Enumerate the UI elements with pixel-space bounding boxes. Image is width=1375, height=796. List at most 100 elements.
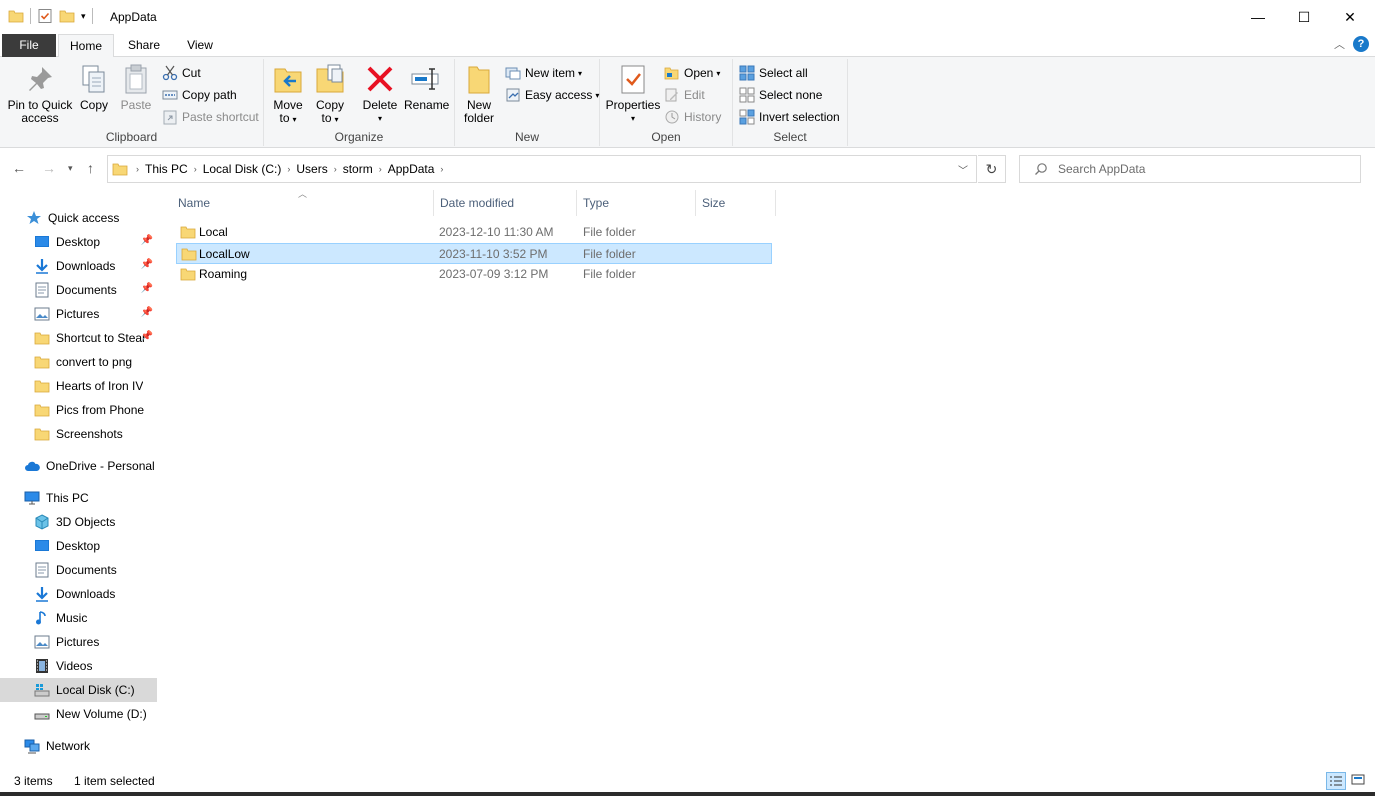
tab-file[interactable]: File (2, 34, 56, 57)
column-header-date-modified[interactable]: Date modified (434, 190, 577, 216)
copy-to-icon (316, 64, 344, 93)
nav-quick-shortcut-steam[interactable]: Shortcut to Stear 📌 (0, 326, 157, 350)
delete-label: Delete (362, 98, 398, 112)
paste-shortcut-button[interactable]: Paste shortcut (162, 107, 259, 127)
nav-onedrive[interactable]: OneDrive - Personal (0, 454, 157, 478)
search-box[interactable]: Search AppData (1019, 155, 1361, 183)
recent-locations-chevron-icon[interactable]: ▾ (68, 163, 73, 174)
qat-dropdown-icon[interactable]: ▾ (81, 11, 86, 22)
new-folder-button[interactable]: New folder (461, 63, 497, 125)
breadcrumb-users[interactable]: Users (296, 162, 327, 176)
copy-path-label: Copy path (182, 88, 237, 102)
pin-icon[interactable]: 📌 (141, 331, 153, 342)
nav-this-pc[interactable]: This PC (0, 486, 157, 510)
breadcrumb-separator-icon[interactable]: › (136, 164, 139, 174)
address-history-chevron-icon[interactable]: ﹀ (958, 162, 968, 177)
nav-pc-local-disk-c[interactable]: Local Disk (C:) (0, 678, 157, 702)
status-bar: 3 items 1 item selected (0, 770, 1375, 792)
pin-icon[interactable]: 📌 (141, 283, 153, 294)
pin-icon[interactable]: 📌 (141, 307, 153, 318)
rename-label: Rename (404, 98, 450, 112)
copy-path-button[interactable]: Copy path (162, 85, 237, 105)
nav-pc-new-volume-d[interactable]: New Volume (D:) (0, 702, 157, 726)
tab-home[interactable]: Home (58, 34, 114, 58)
copy-button[interactable]: Copy (76, 63, 112, 112)
download-arrow-icon (36, 587, 48, 602)
collapse-ribbon-icon[interactable]: ︿ (1334, 36, 1345, 52)
properties-check-icon[interactable] (37, 8, 53, 24)
rename-button[interactable]: Rename (404, 63, 450, 112)
refresh-button[interactable]: ↻ (978, 155, 1006, 183)
column-header-type[interactable]: Type (577, 190, 696, 216)
nav-pc-pictures[interactable]: Pictures (0, 630, 157, 654)
file-row-roaming[interactable]: Roaming 2023-07-09 3:12 PM File folder (176, 264, 772, 285)
invert-selection-button[interactable]: Invert selection (739, 107, 840, 127)
large-icons-view-button[interactable] (1349, 772, 1369, 790)
breadcrumb-separator-icon[interactable]: › (440, 164, 443, 174)
breadcrumb-storm[interactable]: storm (343, 162, 373, 176)
pin-icon[interactable]: 📌 (141, 259, 153, 270)
nav-pc-downloads[interactable]: Downloads (0, 582, 157, 606)
pin-icon[interactable]: 📌 (141, 235, 153, 246)
column-header-name[interactable]: Name (172, 190, 434, 216)
tab-share[interactable]: Share (118, 34, 170, 57)
breadcrumb-separator-icon[interactable]: › (334, 164, 337, 174)
breadcrumb-separator-icon[interactable]: › (194, 164, 197, 174)
delete-dropdown-icon[interactable]: ▾ (360, 112, 400, 125)
breadcrumb-this-pc[interactable]: This PC (145, 162, 188, 176)
document-icon (35, 282, 49, 298)
open-button[interactable]: Open ▾ (664, 63, 720, 83)
file-row-locallow[interactable]: LocalLow 2023-11-10 3:52 PM File folder (176, 243, 772, 264)
tab-view[interactable]: View (174, 34, 226, 57)
breadcrumb-separator-icon[interactable]: › (379, 164, 382, 174)
nav-quick-pictures[interactable]: Pictures 📌 (0, 302, 157, 326)
back-arrow-icon[interactable]: ← (12, 160, 26, 176)
new-folder-icon[interactable] (59, 8, 75, 24)
up-arrow-icon[interactable]: ↑ (87, 160, 94, 176)
copy-to-button[interactable]: Copy to ▾ (312, 63, 348, 126)
select-none-button[interactable]: Select none (739, 85, 822, 105)
forward-arrow-icon[interactable]: → (42, 160, 56, 176)
move-to-button[interactable]: Move to ▾ (270, 63, 306, 126)
delete-button[interactable]: Delete ▾ (360, 63, 400, 125)
file-row-local[interactable]: Local 2023-12-10 11:30 AM File folder (176, 222, 772, 243)
edit-button[interactable]: Edit (664, 85, 705, 105)
breadcrumb-separator-icon[interactable]: › (287, 164, 290, 174)
nav-network[interactable]: Network (0, 734, 157, 758)
nav-pc-videos[interactable]: Videos (0, 654, 157, 678)
cut-button[interactable]: Cut (162, 63, 201, 83)
nav-quick-hearts-of-iron[interactable]: Hearts of Iron IV (0, 374, 157, 398)
nav-quick-desktop[interactable]: Desktop 📌 (0, 230, 157, 254)
column-header-size[interactable]: Size (696, 190, 776, 216)
pictures-icon (34, 307, 50, 321)
nav-pc-music[interactable]: Music (0, 606, 157, 630)
history-button[interactable]: History (664, 107, 721, 127)
breadcrumb-appdata[interactable]: AppData (388, 162, 435, 176)
help-icon[interactable]: ? (1353, 36, 1369, 52)
nav-quick-documents[interactable]: Documents 📌 (0, 278, 157, 302)
nav-pc-desktop[interactable]: Desktop (0, 534, 157, 558)
nav-quick-access[interactable]: Quick access (0, 206, 157, 230)
nav-quick-convert-to-png[interactable]: convert to png (0, 350, 157, 374)
maximize-button[interactable]: ☐ (1281, 0, 1327, 34)
nav-quick-pics-from-phone[interactable]: Pics from Phone (0, 398, 157, 422)
properties-button[interactable]: Properties ▾ (604, 63, 662, 125)
nav-pc-3d-objects[interactable]: 3D Objects (0, 510, 157, 534)
nav-quick-screenshots[interactable]: Screenshots (0, 422, 157, 446)
select-all-button[interactable]: Select all (739, 63, 808, 83)
new-item-button[interactable]: New item ▾ (505, 63, 582, 83)
minimize-button[interactable]: — (1235, 0, 1281, 34)
breadcrumb-local-disk[interactable]: Local Disk (C:) (203, 162, 282, 176)
nav-quick-downloads[interactable]: Downloads 📌 (0, 254, 157, 278)
easy-access-button[interactable]: Easy access ▾ (505, 85, 599, 105)
nav-pc-documents[interactable]: Documents (0, 558, 157, 582)
properties-dropdown-icon[interactable]: ▾ (604, 112, 662, 125)
close-button[interactable]: ✕ (1327, 0, 1373, 34)
title-bar: ▾ AppData — ☐ ✕ (0, 0, 1375, 34)
pin-to-quick-access-button[interactable]: Pin to Quick access (6, 63, 74, 125)
address-bar[interactable]: › This PC › Local Disk (C:) › Users › st… (107, 155, 977, 183)
select-all-icon (739, 65, 755, 81)
details-view-button[interactable] (1326, 772, 1346, 790)
paste-button[interactable]: Paste (118, 63, 154, 112)
move-to-label-line2: to ▾ (279, 111, 297, 125)
